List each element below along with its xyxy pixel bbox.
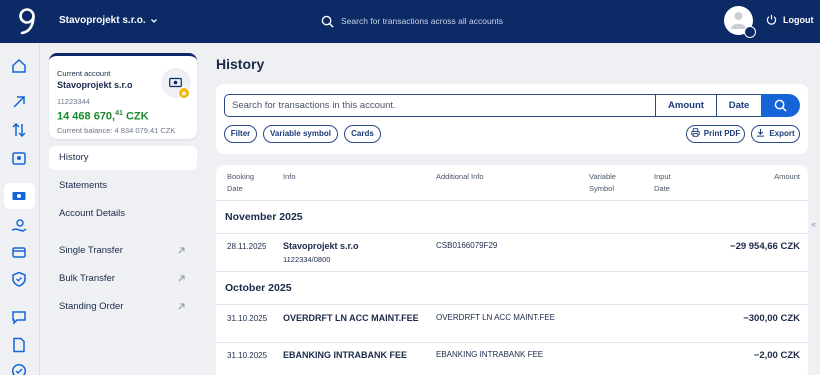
- settings-badge-icon: [744, 26, 756, 38]
- account-card[interactable]: Current account Stavoprojekt s.r.o 11223…: [49, 53, 197, 139]
- account-sidebar: Current account Stavoprojekt s.r.o 11223…: [41, 43, 208, 375]
- booking-date: 31.10.2025: [227, 314, 268, 323]
- external-arrow-icon: [178, 247, 185, 254]
- info: EBANKING INTRABANK FEE: [283, 350, 408, 360]
- amount: −300,00 CZK: [743, 313, 800, 324]
- additional-info: OVERDRFT LN ACC MAINT.FEE: [436, 313, 555, 322]
- export-label: Export: [769, 129, 795, 138]
- sidebar-item-bulk-transfer[interactable]: Bulk Transfer: [49, 267, 197, 291]
- chevron-down-icon: [150, 18, 157, 23]
- logout-button[interactable]: Logout: [766, 14, 814, 25]
- printer-icon: [691, 128, 700, 137]
- cards-chip[interactable]: Cards: [344, 125, 381, 143]
- header-input-date[interactable]: Input Date: [654, 171, 671, 195]
- company-name: Stavoprojekt s.r.o.: [59, 15, 146, 26]
- arrow-up-right-icon[interactable]: [11, 94, 27, 110]
- power-icon: [766, 14, 777, 25]
- amount: −29 954,66 CZK: [730, 241, 800, 252]
- chat-icon[interactable]: [11, 309, 27, 325]
- page-title: History: [216, 56, 265, 72]
- print-pdf-button[interactable]: Print PDF: [686, 125, 745, 143]
- savings-hand-icon[interactable]: [11, 218, 27, 234]
- account-number: 11223344: [57, 97, 90, 106]
- external-arrow-icon: [178, 303, 185, 310]
- icon-rail: [0, 43, 40, 375]
- account-search-input[interactable]: Search for transactions in this account.: [224, 94, 656, 117]
- user-icon: [731, 12, 746, 29]
- transfer-icon[interactable]: [11, 122, 27, 138]
- header-additional-info[interactable]: Additional Info: [436, 171, 484, 183]
- banknote-icon[interactable]: [11, 188, 27, 204]
- header-amount[interactable]: Amount: [774, 171, 800, 183]
- divider: [216, 342, 808, 343]
- search-icon: [321, 15, 334, 28]
- search-icon: [774, 99, 787, 112]
- divider: [216, 233, 808, 234]
- cards-icon[interactable]: [11, 244, 27, 260]
- global-search-input[interactable]: Search for transactions across all accou…: [305, 8, 613, 34]
- sidebar-item-history[interactable]: History: [49, 146, 197, 170]
- transactions-table: Booking Date Info Additional Info Variabl…: [216, 165, 808, 375]
- balance-main: 14 468 670,: [57, 110, 116, 123]
- divider: [216, 271, 808, 272]
- month-header: November 2025: [225, 211, 303, 223]
- balance-cents: 41: [115, 110, 123, 117]
- current-balance: Current balance: 4 834 079,41 CZK: [57, 126, 176, 135]
- avatar[interactable]: [724, 6, 756, 38]
- divider: [216, 304, 808, 305]
- balance-currency: CZK: [122, 110, 149, 123]
- additional-info: CSB0166079F29: [436, 241, 498, 250]
- export-button[interactable]: Export: [751, 125, 800, 143]
- sidebar-item-label: Standing Order: [59, 301, 124, 312]
- header-info[interactable]: Info: [283, 171, 296, 183]
- sidebar-item-single-transfer[interactable]: Single Transfer: [49, 239, 197, 263]
- account-name: Stavoprojekt s.r.o: [57, 80, 133, 90]
- header-booking-date[interactable]: Booking Date: [227, 171, 267, 195]
- booking-date: 31.10.2025: [227, 351, 268, 360]
- sidebar-item-standing-order[interactable]: Standing Order: [49, 295, 197, 319]
- amount: −2,00 CZK: [753, 350, 800, 361]
- document-icon[interactable]: [11, 337, 27, 353]
- info-sub: 1122334/0800: [283, 255, 331, 264]
- external-arrow-icon: [178, 275, 185, 282]
- collapse-panel-chevrons-icon[interactable]: «: [811, 219, 816, 229]
- filter-chip[interactable]: Filter: [224, 125, 257, 143]
- date-filter-button[interactable]: Date: [716, 94, 762, 117]
- info: OVERDRFT LN ACC MAINT.FEE: [283, 313, 419, 323]
- home-icon[interactable]: [11, 58, 27, 74]
- banknote-icon: [169, 77, 182, 88]
- company-switcher[interactable]: Stavoprojekt s.r.o.: [59, 15, 158, 26]
- header-variable-symbol[interactable]: Variable Symbol: [589, 171, 616, 195]
- shield-icon[interactable]: [11, 271, 27, 287]
- favorite-star-icon[interactable]: ★: [178, 87, 190, 99]
- month-header: October 2025: [225, 282, 292, 294]
- account-type: Current account: [57, 69, 111, 78]
- additional-info: EBANKING INTRABANK FEE: [436, 350, 544, 359]
- top-bar: Stavoprojekt s.r.o. Search for transacti…: [0, 0, 820, 43]
- divider: [216, 200, 808, 201]
- global-search-placeholder: Search for transactions across all accou…: [341, 16, 504, 26]
- sidebar-item-statements[interactable]: Statements: [49, 174, 197, 198]
- sidebar-item-label: Single Transfer: [59, 245, 123, 256]
- variable-symbol-chip[interactable]: Variable symbol: [263, 125, 338, 143]
- check-circle-icon[interactable]: [11, 363, 27, 375]
- sidebar-item-label: History: [59, 152, 89, 163]
- bank-logo-icon[interactable]: [16, 6, 38, 36]
- sidebar-item-account-details[interactable]: Account Details: [49, 202, 197, 226]
- download-icon: [757, 128, 765, 137]
- sidebar-item-label: Statements: [59, 180, 108, 191]
- sidebar-item-label: Bulk Transfer: [59, 273, 115, 284]
- search-button[interactable]: [761, 94, 800, 117]
- sidebar-item-label: Account Details: [59, 208, 126, 219]
- account-balance: 14 468 670,41 CZK: [57, 110, 149, 123]
- info: Stavoprojekt s.r.o: [283, 241, 359, 251]
- print-pdf-label: Print PDF: [703, 129, 741, 138]
- booking-date: 28.11.2025: [227, 242, 267, 251]
- search-panel: Search for transactions in this account.…: [216, 84, 808, 154]
- contact-card-icon[interactable]: [11, 150, 27, 166]
- amount-filter-button[interactable]: Amount: [655, 94, 717, 117]
- logout-label: Logout: [783, 14, 814, 25]
